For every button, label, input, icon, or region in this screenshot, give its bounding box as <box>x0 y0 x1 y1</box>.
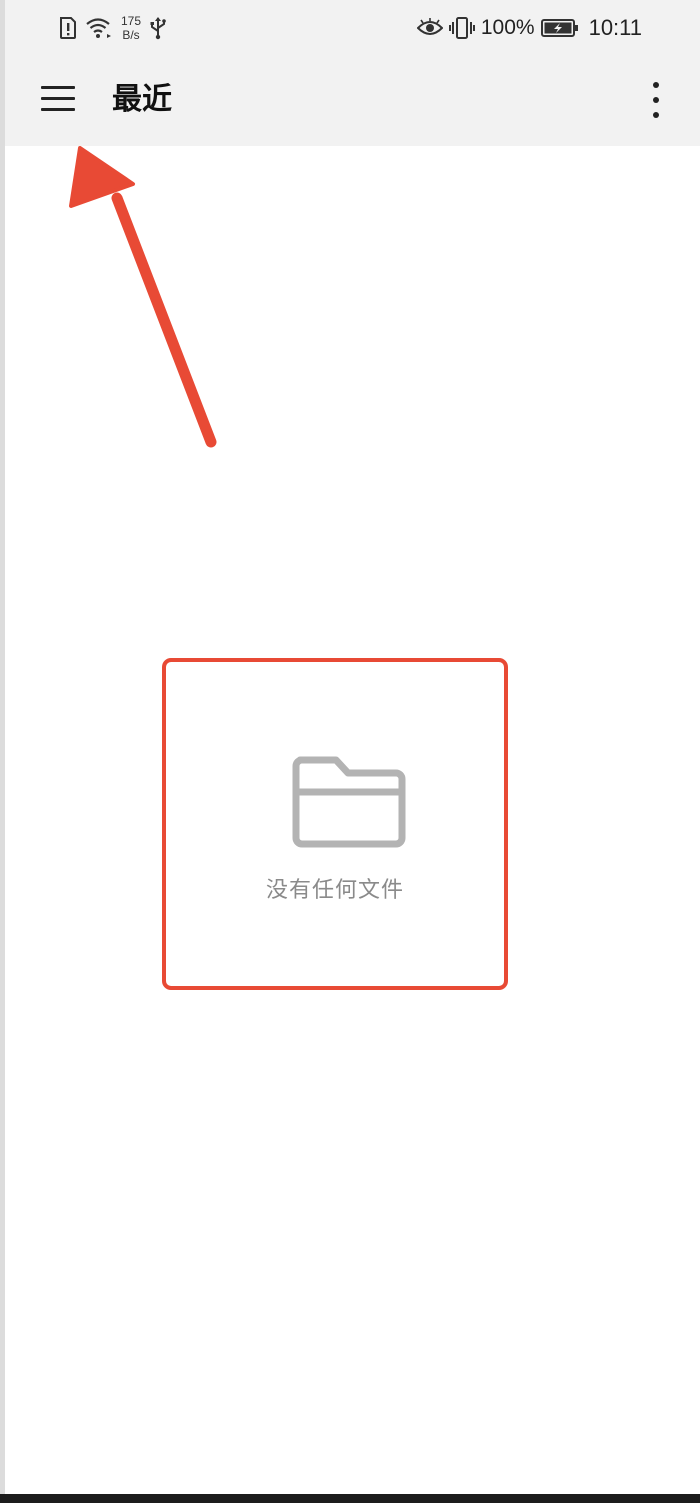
menu-line-top <box>41 86 75 89</box>
sim-alert-icon <box>60 17 76 39</box>
menu-line-middle <box>41 97 75 100</box>
hamburger-menu-icon[interactable] <box>35 80 79 120</box>
overflow-dot-bottom <box>653 112 659 118</box>
phone-screen: 175 B/s 100% 10:11 最近 没有任何文件 <box>5 0 700 1494</box>
more-vertical-icon[interactable] <box>640 78 670 122</box>
network-speed: 175 B/s <box>121 14 141 42</box>
page-title: 最近 <box>112 82 172 117</box>
app-bar: 最近 <box>5 56 700 146</box>
overflow-dot-middle <box>653 97 659 103</box>
battery-percent: 100% <box>480 16 535 39</box>
annotation-arrow <box>69 146 217 448</box>
battery-charging-icon <box>540 19 578 37</box>
folder-icon <box>292 756 406 848</box>
network-speed-unit: B/s <box>122 28 140 42</box>
eye-icon <box>416 18 443 35</box>
wifi-icon <box>86 18 111 38</box>
vibrate-icon <box>448 17 475 39</box>
network-speed-value: 175 <box>121 14 142 28</box>
status-bar: 175 B/s 100% 10:11 <box>5 0 700 56</box>
empty-state-message: 没有任何文件 <box>265 878 404 903</box>
overflow-dot-top <box>653 82 659 88</box>
menu-line-bottom <box>41 108 75 111</box>
usb-icon <box>150 17 166 40</box>
clock-time: 10:11 <box>588 15 642 40</box>
status-left-group: 175 B/s <box>59 12 167 44</box>
bottom-edge-strip <box>0 1494 700 1503</box>
empty-state: 没有任何文件 <box>162 658 508 990</box>
status-right-group: 100% 10:11 <box>416 12 642 44</box>
